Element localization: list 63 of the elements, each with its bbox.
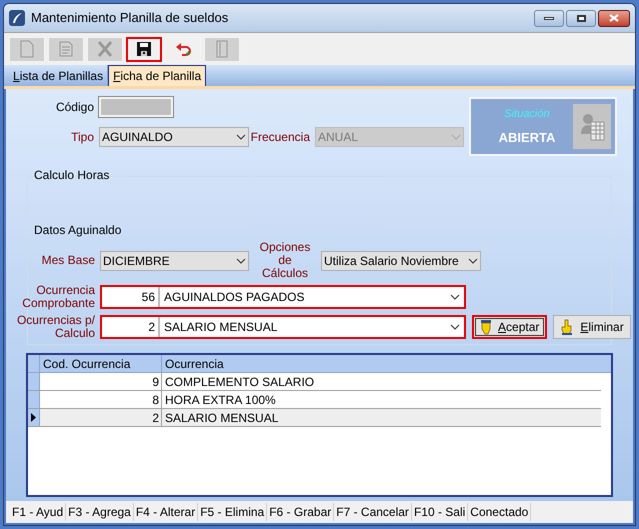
close-button[interactable] (598, 10, 630, 26)
page-icon (20, 40, 34, 58)
column-header[interactable]: Cod. Ocurrencia (40, 355, 162, 372)
code-field[interactable]: 2 (102, 317, 160, 337)
status-bar-item: F6 - Grabar (267, 503, 334, 521)
group-title: Datos Aguinaldo (34, 222, 122, 239)
document-icon (57, 40, 75, 58)
code-field[interactable]: 56 (102, 287, 160, 307)
pointing-hand-icon (480, 319, 492, 335)
grid-row[interactable]: 9 COMPLEMENTO SALARIO (28, 373, 601, 391)
dropdown[interactable]: AGUINALDOS PAGADOS (160, 287, 464, 307)
field-label: Tipo (71, 130, 94, 144)
dropdown[interactable]: DICIEMBRE (100, 250, 249, 270)
status-bar-item: F7 - Cancelar (334, 503, 412, 521)
dropdown[interactable]: AGUINALDO (99, 127, 249, 147)
app-logo-icon (9, 10, 25, 26)
status-bar-item: Conectado (468, 503, 532, 521)
close-icon (609, 14, 619, 22)
window-title: Mantenimiento Planilla de sueldos (31, 9, 228, 28)
table-cell: 8 (40, 391, 162, 408)
dropdown[interactable]: Utiliza Salario Noviembre (321, 250, 481, 270)
status-bar-item: F4 - Alterar (134, 503, 198, 521)
status-bar-item: F5 - Elimina (198, 503, 268, 521)
status-bar-item: F10 - Sali (412, 503, 468, 521)
table-cell-text: HORA EXTRA 100% (164, 392, 277, 408)
chevron-down-icon (450, 294, 460, 300)
grid-row[interactable]: 2 SALARIO MENSUAL (28, 409, 601, 427)
row-pointer-icon (31, 413, 36, 422)
field-label: Código (56, 100, 94, 114)
table-cell: 2 (40, 409, 162, 426)
row-header[interactable] (28, 409, 40, 426)
door-icon (216, 40, 228, 58)
dropdown[interactable]: SALARIO MENSUAL (160, 317, 464, 337)
chevron-down-icon (236, 258, 246, 264)
chevron-down-icon (236, 134, 246, 140)
employee-sheet-icon (573, 104, 611, 149)
x-icon (97, 40, 113, 58)
tab[interactable]: Ficha de Planilla (108, 65, 206, 86)
chevron-down-icon (451, 134, 461, 140)
toolbar-button[interactable] (126, 36, 162, 62)
field-label: Opciones de Cálculos (258, 241, 312, 280)
status-caption: Situación (504, 106, 550, 122)
action-button[interactable]: Eliminar (553, 315, 631, 339)
column-header[interactable]: Ocurrencia (162, 355, 601, 372)
table-cell-text: SALARIO MENSUAL (164, 410, 280, 426)
status-value: ABIERTA (498, 129, 556, 147)
table-cell: 9 (40, 373, 162, 390)
field-label: Frecuencia (250, 130, 310, 144)
minimize-button[interactable] (534, 10, 564, 26)
table-cell-text: COMPLEMENTO SALARIO (164, 374, 316, 390)
undo-arrow-icon (174, 41, 192, 57)
status-bar-item: F1 - Ayud (10, 503, 66, 521)
grid-row[interactable]: 8 HORA EXTRA 100% (28, 391, 601, 409)
chevron-down-icon (468, 258, 478, 264)
maximize-button[interactable] (566, 10, 596, 26)
pointing-hand-icon (560, 319, 574, 335)
field-label: Ocurrencia Comprobante (21, 284, 95, 310)
status-bar-item: F3 - Agrega (66, 503, 134, 521)
action-button[interactable]: Aceptar (472, 315, 548, 339)
group-title: Calculo Horas (34, 167, 110, 184)
chevron-down-icon (450, 324, 460, 330)
field-label: Mes Base (42, 254, 95, 267)
field-label: Ocurrencias p/ Calculo (16, 314, 95, 340)
